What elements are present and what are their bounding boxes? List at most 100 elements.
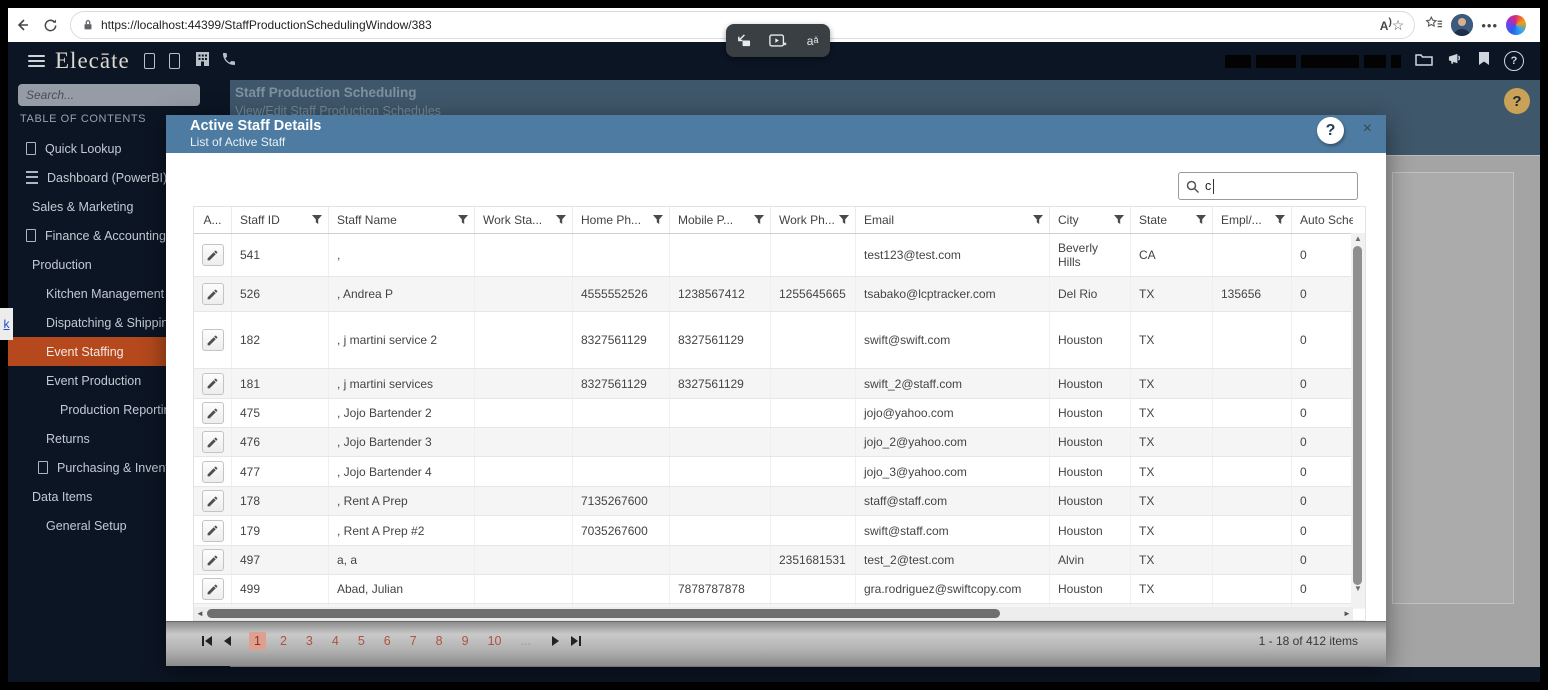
column-header-staff-id[interactable]: Staff ID bbox=[232, 207, 329, 233]
avatar[interactable] bbox=[1451, 14, 1474, 36]
cell: 7878787878 bbox=[670, 575, 771, 603]
cell: TX bbox=[1131, 369, 1213, 398]
cell: jojo_2@yahoo.com bbox=[856, 428, 1050, 456]
column-label: Empl/... bbox=[1221, 213, 1262, 227]
column-header-mobile-p[interactable]: Mobile P... bbox=[670, 207, 771, 233]
vertical-scroll-thumb[interactable] bbox=[1353, 246, 1362, 585]
filter-icon[interactable] bbox=[653, 215, 663, 225]
edit-button[interactable] bbox=[201, 329, 224, 351]
column-header-auto-sched[interactable]: Auto Sched bbox=[1292, 207, 1353, 233]
scroll-left-icon[interactable]: ◄ bbox=[194, 607, 206, 620]
folder-icon[interactable] bbox=[1415, 52, 1433, 71]
column-label: State bbox=[1139, 213, 1168, 227]
page-help-icon[interactable]: ? bbox=[1504, 88, 1530, 114]
filter-icon[interactable] bbox=[1114, 215, 1124, 225]
browser-menu-icon[interactable]: ••• bbox=[1481, 18, 1498, 33]
cell: 0 bbox=[1300, 287, 1307, 301]
pager-page-2[interactable]: 2 bbox=[275, 632, 292, 650]
grid-search-input[interactable] bbox=[1179, 173, 1357, 199]
phone-icon[interactable] bbox=[221, 51, 237, 72]
filter-icon[interactable] bbox=[839, 215, 849, 225]
pager-last-button[interactable] bbox=[570, 636, 581, 646]
cell bbox=[475, 487, 573, 515]
column-header-state[interactable]: State bbox=[1131, 207, 1213, 233]
scroll-right-icon[interactable]: ► bbox=[1341, 607, 1353, 620]
column-header-work-ph[interactable]: Work Ph... bbox=[771, 207, 856, 233]
column-header-a[interactable]: A... bbox=[194, 207, 232, 233]
cell: Houston bbox=[1050, 575, 1131, 603]
edit-button[interactable] bbox=[201, 549, 224, 571]
favorite-star-icon[interactable]: ☆ bbox=[1392, 17, 1405, 34]
filter-icon[interactable] bbox=[1275, 215, 1285, 225]
back-icon[interactable] bbox=[8, 11, 36, 39]
favorites-bar-icon[interactable] bbox=[1425, 15, 1443, 36]
cell bbox=[573, 428, 670, 456]
edit-button[interactable] bbox=[201, 519, 224, 542]
filter-icon[interactable] bbox=[1196, 215, 1206, 225]
bookmark-icon[interactable] bbox=[1478, 51, 1490, 71]
pager-page-8[interactable]: 8 bbox=[431, 632, 448, 650]
column-header-work-sta[interactable]: Work Sta... bbox=[475, 207, 573, 233]
horizontal-scroll-thumb[interactable] bbox=[207, 609, 1000, 618]
pager-page-5[interactable]: 5 bbox=[353, 632, 370, 650]
building-icon[interactable] bbox=[194, 51, 211, 72]
pencil-icon bbox=[207, 466, 218, 477]
column-header-staff-name[interactable]: Staff Name bbox=[329, 207, 475, 233]
cell: Houston bbox=[1050, 312, 1131, 368]
column-header-email[interactable]: Email bbox=[856, 207, 1050, 233]
translate-icon[interactable]: aǎ bbox=[801, 29, 825, 53]
pager-page-7[interactable]: 7 bbox=[405, 632, 422, 650]
pager-page-6[interactable]: 6 bbox=[379, 632, 396, 650]
vertical-scrollbar[interactable]: ▲ ▼ bbox=[1351, 233, 1365, 608]
picture-in-picture-icon[interactable] bbox=[731, 29, 755, 53]
pager-prev-button[interactable] bbox=[224, 636, 231, 646]
cell: , Jojo Bartender 3 bbox=[329, 428, 475, 456]
scroll-up-icon[interactable]: ▲ bbox=[1351, 233, 1365, 245]
read-aloud-icon[interactable]: A) bbox=[1380, 17, 1392, 33]
edit-button[interactable] bbox=[201, 431, 224, 453]
scroll-down-icon[interactable]: ▼ bbox=[1351, 583, 1365, 595]
pager-page-1[interactable]: 1 bbox=[249, 632, 266, 650]
pager-next-button[interactable] bbox=[551, 636, 559, 646]
column-label: Email bbox=[864, 213, 895, 227]
edit-button[interactable] bbox=[201, 578, 224, 600]
cell: 475 bbox=[232, 399, 329, 427]
filter-icon[interactable] bbox=[458, 215, 468, 225]
pager-ellipsis[interactable]: ... bbox=[515, 632, 535, 650]
device-icon-2[interactable] bbox=[168, 53, 180, 69]
header-help-icon[interactable]: ? bbox=[1504, 51, 1524, 71]
edit-button[interactable] bbox=[201, 283, 224, 305]
refresh-icon[interactable] bbox=[36, 11, 64, 39]
close-icon[interactable]: × bbox=[1363, 121, 1372, 137]
column-header-empl[interactable]: Empl/... bbox=[1213, 207, 1292, 233]
cell: Houston bbox=[1050, 487, 1131, 515]
sidebar-search-input[interactable] bbox=[18, 84, 200, 106]
edit-button[interactable] bbox=[201, 402, 224, 424]
column-header-city[interactable]: City bbox=[1050, 207, 1131, 233]
pager-page-9[interactable]: 9 bbox=[457, 632, 474, 650]
filter-icon[interactable] bbox=[754, 215, 764, 225]
pager-page-10[interactable]: 10 bbox=[483, 632, 507, 650]
column-header-home-ph[interactable]: Home Ph... bbox=[573, 207, 670, 233]
filter-icon[interactable] bbox=[556, 215, 566, 225]
video-autoplay-icon[interactable] bbox=[766, 29, 790, 53]
announcement-icon[interactable] bbox=[1447, 51, 1464, 71]
pager-page-4[interactable]: 4 bbox=[327, 632, 344, 650]
cell: 8327561129 bbox=[573, 312, 670, 368]
pager-page-3[interactable]: 3 bbox=[301, 632, 318, 650]
modal-subtitle: List of Active Staff bbox=[190, 135, 286, 149]
edit-button[interactable] bbox=[201, 460, 224, 483]
filter-icon[interactable] bbox=[312, 215, 322, 225]
copilot-icon[interactable] bbox=[1506, 15, 1526, 35]
horizontal-scrollbar[interactable]: ◄ ► bbox=[194, 607, 1353, 620]
edit-button[interactable] bbox=[201, 244, 224, 266]
filter-icon[interactable] bbox=[1033, 215, 1043, 225]
edit-button[interactable] bbox=[201, 372, 224, 395]
device-icon[interactable] bbox=[143, 53, 155, 69]
edit-button[interactable] bbox=[201, 490, 224, 512]
pager-first-button[interactable] bbox=[202, 636, 212, 646]
cell bbox=[1213, 312, 1292, 368]
stray-link[interactable]: k bbox=[0, 308, 13, 340]
modal-help-icon[interactable]: ? bbox=[1317, 117, 1344, 144]
hamburger-menu-icon[interactable] bbox=[28, 55, 45, 67]
